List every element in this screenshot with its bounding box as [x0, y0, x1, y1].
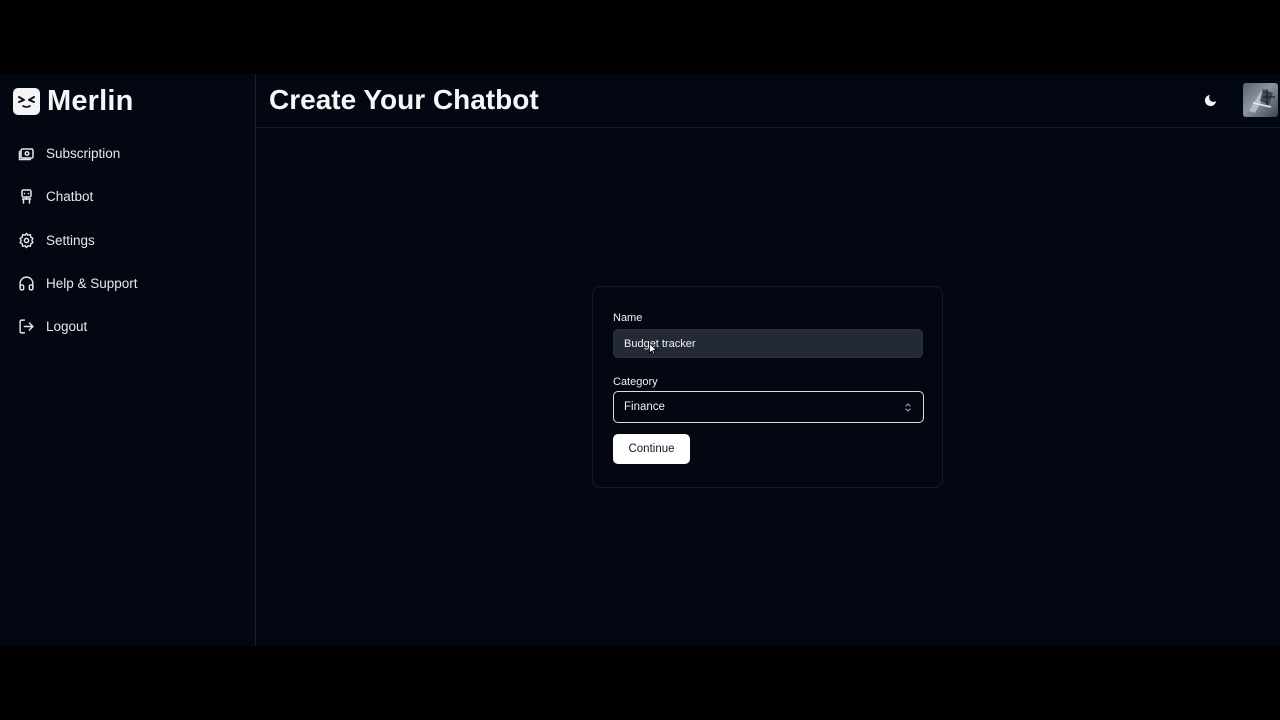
category-select-value: Finance: [624, 401, 665, 413]
avatar[interactable]: [1243, 83, 1278, 117]
category-label: Category: [613, 376, 658, 388]
sidebar-item-label: Help & Support: [46, 276, 138, 292]
sidebar-nav: Subscription Chatbot Settings Help & Sup…: [0, 132, 255, 348]
sidebar-item-help-support[interactable]: Help & Support: [0, 262, 255, 305]
chevron-up-down-icon: [903, 401, 913, 414]
sidebar-item-label: Settings: [46, 232, 95, 248]
name-label: Name: [613, 312, 643, 324]
headphones-icon: [18, 275, 35, 292]
sidebar-item-settings[interactable]: Settings: [0, 219, 255, 262]
sidebar-item-logout[interactable]: Logout: [0, 305, 255, 348]
mischievous-face-icon: [13, 87, 40, 115]
brand[interactable]: Merlin: [13, 84, 134, 117]
letterbox-bottom: [0, 646, 1280, 720]
subscription-icon: [18, 145, 35, 162]
top-header: Create Your Chatbot: [256, 74, 1280, 128]
letterbox-top: [0, 0, 1280, 74]
name-input[interactable]: [613, 329, 923, 358]
page-title: Create Your Chatbot: [269, 84, 539, 115]
category-select[interactable]: Finance: [613, 391, 924, 423]
create-chatbot-form: Name Category Finance Continue: [592, 286, 943, 488]
robot-icon: [18, 188, 35, 205]
mouse-cursor-icon: [649, 342, 658, 355]
sidebar-item-subscription[interactable]: Subscription: [0, 132, 255, 175]
logout-icon: [18, 318, 35, 335]
sidebar: Merlin Subscription Chatbot Settings Hel…: [0, 74, 256, 646]
brand-name: Merlin: [47, 84, 134, 117]
sidebar-item-label: Subscription: [46, 146, 121, 162]
sidebar-item-chatbot[interactable]: Chatbot: [0, 175, 255, 218]
gear-icon: [18, 232, 35, 249]
moon-icon[interactable]: [1201, 91, 1219, 109]
continue-button[interactable]: Continue: [613, 434, 690, 464]
sidebar-item-label: Logout: [46, 319, 88, 335]
sidebar-item-label: Chatbot: [46, 189, 94, 205]
app-window: Merlin Subscription Chatbot Settings Hel…: [0, 74, 1280, 646]
